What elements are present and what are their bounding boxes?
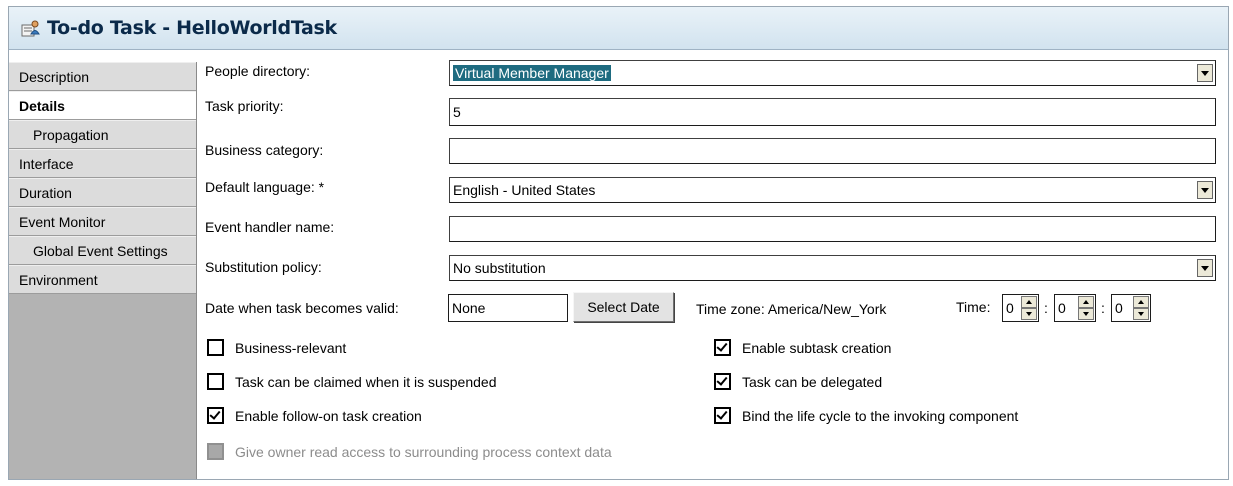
event-handler-name-label: Event handler name: <box>205 219 335 235</box>
section-sidebar: Description Details Propagation Interfac… <box>9 62 197 479</box>
valid-date-input[interactable]: None <box>448 294 568 322</box>
checkbox-box[interactable] <box>207 407 224 424</box>
delegated-label: Task can be delegated <box>742 373 883 390</box>
business-category-input[interactable] <box>449 138 1216 164</box>
default-language-select[interactable]: English - United States <box>449 177 1216 203</box>
delegated-checkbox[interactable]: Task can be delegated <box>714 373 882 390</box>
business-relevant-checkbox[interactable]: Business-relevant <box>207 339 346 356</box>
spin-up-icon[interactable] <box>1078 296 1094 308</box>
sidebar-item-details[interactable]: Details <box>9 91 196 120</box>
subtask-creation-checkbox[interactable]: Enable subtask creation <box>714 339 891 356</box>
editor-title-bar: To-do Task - HelloWorldTask <box>9 7 1228 50</box>
chevron-down-icon[interactable] <box>1197 259 1213 277</box>
default-language-value: English - United States <box>453 182 596 198</box>
people-directory-select[interactable]: Virtual Member Manager <box>449 60 1216 86</box>
task-icon <box>21 18 41 38</box>
valid-date-label: Date when task becomes valid: <box>205 300 399 316</box>
substitution-policy-select[interactable]: No substitution <box>449 255 1216 281</box>
subtask-creation-label: Enable subtask creation <box>742 339 892 356</box>
editor-title: To-do Task - HelloWorldTask <box>47 17 337 39</box>
sidebar-item-description[interactable]: Description <box>9 62 196 91</box>
substitution-policy-value: No substitution <box>453 260 546 276</box>
people-directory-value: Virtual Member Manager <box>453 65 611 81</box>
chevron-down-icon[interactable] <box>1197 181 1213 199</box>
spin-down-icon[interactable] <box>1133 308 1149 320</box>
chevron-down-icon[interactable] <box>1197 64 1213 82</box>
minutes-spinner[interactable]: 0 <box>1054 294 1096 322</box>
select-date-button[interactable]: Select Date <box>573 292 674 322</box>
task-priority-label: Task priority: <box>205 98 284 114</box>
sidebar-item-environment[interactable]: Environment <box>9 265 196 294</box>
seconds-value: 0 <box>1115 300 1123 316</box>
substitution-policy-label: Substitution policy: <box>205 259 322 275</box>
checkbox-box[interactable] <box>714 373 731 390</box>
default-language-label: Default language: * <box>205 179 325 195</box>
bind-lifecycle-checkbox[interactable]: Bind the life cycle to the invoking comp… <box>714 407 1018 424</box>
checkbox-box <box>207 443 224 460</box>
bind-lifecycle-label: Bind the life cycle to the invoking comp… <box>742 407 1019 424</box>
claim-suspended-checkbox[interactable]: Task can be claimed when it is suspended <box>207 373 496 390</box>
time-separator: : <box>1101 300 1105 316</box>
time-zone-text: Time zone: America/New_York <box>696 301 887 317</box>
task-priority-input[interactable]: 5 <box>449 98 1216 126</box>
claim-suspended-label: Task can be claimed when it is suspended <box>235 373 497 390</box>
spin-up-icon[interactable] <box>1021 296 1037 308</box>
sidebar-item-interface[interactable]: Interface <box>9 149 196 178</box>
checkbox-box[interactable] <box>207 373 224 390</box>
time-separator: : <box>1044 300 1048 316</box>
business-relevant-label: Business-relevant <box>235 339 347 356</box>
event-handler-name-input[interactable] <box>449 216 1216 242</box>
sidebar-item-global-event-settings[interactable]: Global Event Settings <box>9 236 196 265</box>
owner-read-access-checkbox: Give owner read access to surrounding pr… <box>207 443 612 460</box>
spin-down-icon[interactable] <box>1021 308 1037 320</box>
spin-down-icon[interactable] <box>1078 308 1094 320</box>
sidebar-item-propagation[interactable]: Propagation <box>9 120 196 149</box>
hours-value: 0 <box>1006 300 1014 316</box>
sidebar-item-duration[interactable]: Duration <box>9 178 196 207</box>
checkbox-box[interactable] <box>714 407 731 424</box>
seconds-spinner[interactable]: 0 <box>1111 294 1151 322</box>
follow-on-task-label: Enable follow-on task creation <box>235 407 422 424</box>
people-directory-label: People directory: <box>205 63 311 79</box>
checkbox-box[interactable] <box>714 339 731 356</box>
checkbox-box[interactable] <box>207 339 224 356</box>
hours-spinner[interactable]: 0 <box>1002 294 1039 322</box>
follow-on-task-checkbox[interactable]: Enable follow-on task creation <box>207 407 422 424</box>
business-category-label: Business category: <box>205 142 324 158</box>
owner-read-access-label: Give owner read access to surrounding pr… <box>235 443 612 460</box>
time-label: Time: <box>956 299 991 315</box>
spin-up-icon[interactable] <box>1133 296 1149 308</box>
sidebar-item-event-monitor[interactable]: Event Monitor <box>9 207 196 236</box>
task-editor-window: To-do Task - HelloWorldTask Description … <box>8 6 1229 480</box>
minutes-value: 0 <box>1058 300 1066 316</box>
